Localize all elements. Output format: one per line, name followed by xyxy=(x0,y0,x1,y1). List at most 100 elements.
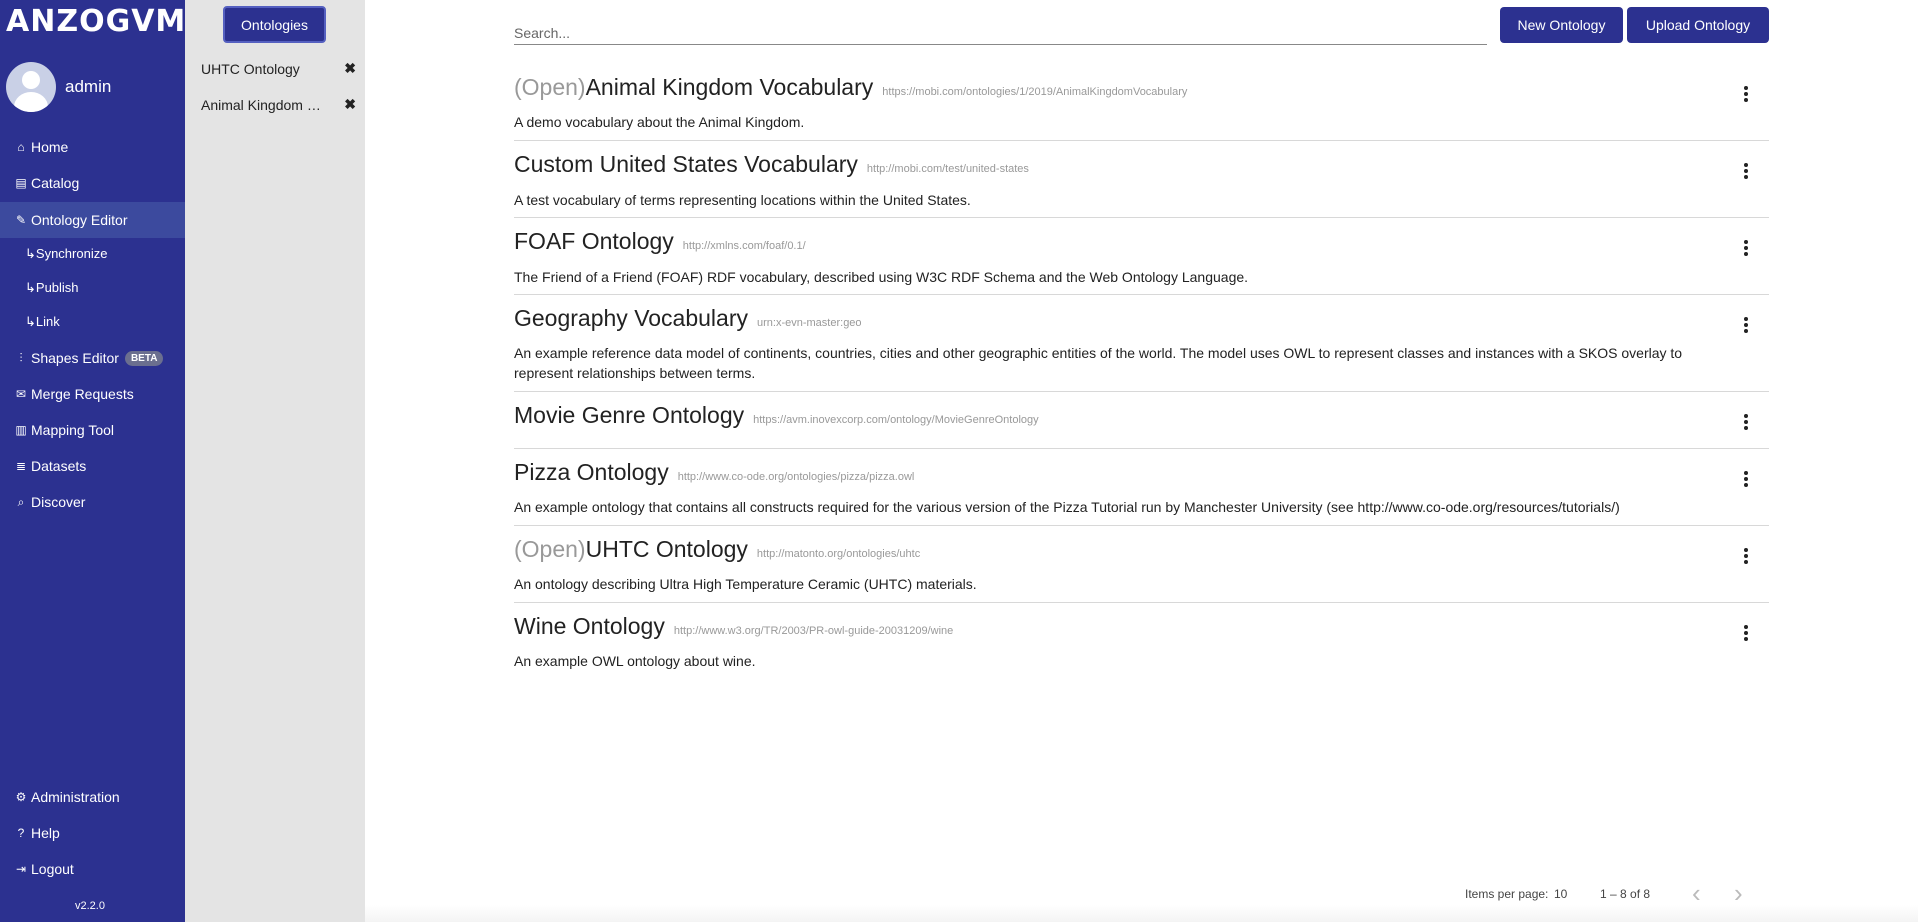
ontology-title: UHTC Ontology xyxy=(585,536,748,562)
nav-datasets[interactable]: ≣ Datasets xyxy=(0,449,185,483)
map-icon: ▥ xyxy=(15,423,27,437)
search-input[interactable] xyxy=(514,18,1487,45)
ontology-description: An example reference data model of conti… xyxy=(514,345,1683,381)
ontology-description: A test vocabulary of terms representing … xyxy=(514,192,971,208)
open-tab-label: Animal Kingdom Vocabulary xyxy=(201,96,323,113)
ontology-row[interactable]: (Open)UHTC Ontology http://matonto.org/on… xyxy=(514,526,1769,603)
ontology-row[interactable]: Pizza Ontology http://www.co-ode.org/onto… xyxy=(514,449,1769,526)
ontology-iri: https://avm.inovexcorp.com/ontology/Movi… xyxy=(753,414,1039,426)
nav-mapping-tool[interactable]: ▥ Mapping Tool xyxy=(0,413,185,447)
page-range: 1 – 8 of 8 xyxy=(1600,887,1651,901)
nav-publish[interactable]: ↳Publish xyxy=(25,280,79,296)
nav-help-label: Help xyxy=(31,825,60,841)
book-icon: ▤ xyxy=(15,176,27,190)
ontology-title: Movie Genre Ontology xyxy=(514,402,745,428)
ontology-iri: http://www.w3.org/TR/2003/PR-owl-guide-2… xyxy=(673,625,954,637)
user-name: admin xyxy=(65,77,112,96)
nav-help[interactable]: ? Help xyxy=(0,816,185,850)
open-tab-label: UHTC Ontology xyxy=(201,60,300,77)
nav-shapes-editor[interactable]: ⫶ Shapes Editor BETA xyxy=(0,341,185,375)
nav-shapes-editor-label: Shapes Editor xyxy=(31,350,119,366)
nav-ontology-editor-label: Ontology Editor xyxy=(31,212,128,228)
nav-discover-label: Discover xyxy=(31,494,86,510)
gear-icon: ⚙ xyxy=(15,790,27,804)
ontology-title: Geography Vocabulary xyxy=(514,305,748,331)
ontology-description: An example ontology that contains all co… xyxy=(514,499,1620,515)
close-icon[interactable]: ✖ xyxy=(344,96,356,113)
avatar xyxy=(6,62,56,112)
nav-logout[interactable]: ⇥ Logout xyxy=(0,852,185,886)
ontology-description: The Friend of a Friend (FOAF) RDF vocabu… xyxy=(514,269,1249,285)
open-indicator: (Open) xyxy=(514,536,586,562)
ontology-description: An example OWL ontology about wine. xyxy=(514,653,756,669)
search-icon: ⌕ xyxy=(17,494,25,509)
upload-ontology-button[interactable]: Upload Ontology xyxy=(1627,7,1769,43)
nav-home[interactable]: ⌂ Home xyxy=(0,130,185,164)
ontology-description: A demo vocabulary about the Animal Kingd… xyxy=(514,114,805,130)
ontology-iri: http://xmlns.com/foaf/0.1/ xyxy=(682,240,806,252)
nav-logout-label: Logout xyxy=(31,861,74,877)
ontology-title: FOAF Ontology xyxy=(514,228,674,254)
more-options-icon[interactable] xyxy=(1741,238,1751,258)
nav-discover[interactable]: ⌕ Discover xyxy=(0,485,185,519)
nav-merge-requests[interactable]: ✉ Merge Requests xyxy=(0,377,185,411)
ontology-iri: https://mobi.com/ontologies/1/2019/Anima… xyxy=(882,86,1188,98)
user-profile[interactable]: admin xyxy=(6,62,111,112)
open-tab-animal-kingdom[interactable]: Animal Kingdom Vocabulary ✖ xyxy=(201,96,356,113)
ontology-title: Wine Ontology xyxy=(514,613,665,639)
previous-page-icon[interactable]: ‹ xyxy=(1692,880,1701,906)
nav-synchronize[interactable]: ↳Synchronize xyxy=(25,246,107,262)
new-ontology-button[interactable]: New Ontology xyxy=(1500,7,1623,43)
nav-ontology-editor[interactable]: ✎ Ontology Editor xyxy=(0,202,185,238)
open-tab-uhtc[interactable]: UHTC Ontology ✖ xyxy=(201,60,356,77)
ontology-row[interactable]: FOAF Ontology http://xmlns.com/foaf/0.1/ … xyxy=(514,218,1769,295)
ontology-iri: http://matonto.org/ontologies/uhtc xyxy=(756,548,921,560)
ontology-title: Animal Kingdom Vocabulary xyxy=(585,74,874,100)
sidebar: ANZOGVM admin ⌂ Home ▤ Catalog ✎ Ontology E… xyxy=(0,0,185,922)
nav-merge-requests-label: Merge Requests xyxy=(31,386,134,402)
nav-catalog[interactable]: ▤ Catalog xyxy=(0,166,185,200)
ontologies-button[interactable]: Ontologies xyxy=(223,6,326,43)
items-per-page-label: Items per page: xyxy=(1465,887,1549,901)
close-icon[interactable]: ✖ xyxy=(344,60,356,77)
ontology-title: Pizza Ontology xyxy=(514,459,669,485)
items-per-page-select[interactable]: 10 xyxy=(1554,887,1567,901)
logout-icon: ⇥ xyxy=(15,862,27,876)
nav-datasets-label: Datasets xyxy=(31,458,87,474)
open-ontologies-panel: Ontologies UHTC Ontology ✖ Animal Kingdo… xyxy=(185,0,365,922)
beta-badge: BETA xyxy=(124,350,164,366)
ontology-row[interactable]: (Open)Animal Kingdom Vocabulary https://m… xyxy=(514,68,1769,141)
more-options-icon[interactable] xyxy=(1741,161,1751,181)
more-options-icon[interactable] xyxy=(1741,84,1751,104)
envelope-icon: ✉ xyxy=(15,387,27,401)
home-icon: ⌂ xyxy=(17,140,25,154)
ontology-row[interactable]: Movie Genre Ontology https://avm.inovexco… xyxy=(514,392,1769,449)
nav-administration[interactable]: ⚙ Administration xyxy=(0,780,185,814)
more-options-icon[interactable] xyxy=(1741,412,1751,432)
ontology-row[interactable]: Geography Vocabulary urn:x-evn-master:geo… xyxy=(514,295,1769,392)
shapes-icon: ⫶ xyxy=(19,350,23,365)
more-options-icon[interactable] xyxy=(1741,315,1751,335)
more-options-icon[interactable] xyxy=(1741,623,1751,643)
ontology-title: Custom United States Vocabulary xyxy=(514,151,858,177)
ontology-row[interactable]: Wine Ontology http://www.w3.org/TR/2003/P… xyxy=(514,603,1769,675)
ontology-description: An ontology describing Ultra High Temper… xyxy=(514,576,977,592)
nav-mapping-tool-label: Mapping Tool xyxy=(31,422,115,438)
more-options-icon[interactable] xyxy=(1741,469,1751,489)
open-indicator: (Open) xyxy=(514,74,586,100)
app-logo: ANZOGVM xyxy=(6,4,187,39)
ontology-iri: http://mobi.com/test/united-states xyxy=(866,163,1029,175)
ontology-row[interactable]: Custom United States Vocabulary http://mo… xyxy=(514,141,1769,218)
ontology-iri: urn:x-evn-master:geo xyxy=(757,317,862,329)
nav-catalog-label: Catalog xyxy=(31,175,80,191)
nav-link[interactable]: ↳Link xyxy=(25,314,60,330)
next-page-icon[interactable]: › xyxy=(1734,880,1743,906)
bottom-shade xyxy=(365,905,1918,922)
nav-home-label: Home xyxy=(31,139,69,155)
ontology-iri: http://www.co-ode.org/ontologies/pizza/p… xyxy=(677,471,915,483)
nav-administration-label: Administration xyxy=(31,789,120,805)
more-options-icon[interactable] xyxy=(1741,546,1751,566)
edit-icon: ✎ xyxy=(15,213,27,227)
version-label: v2.2.0 xyxy=(75,900,105,912)
question-icon: ? xyxy=(17,826,25,840)
